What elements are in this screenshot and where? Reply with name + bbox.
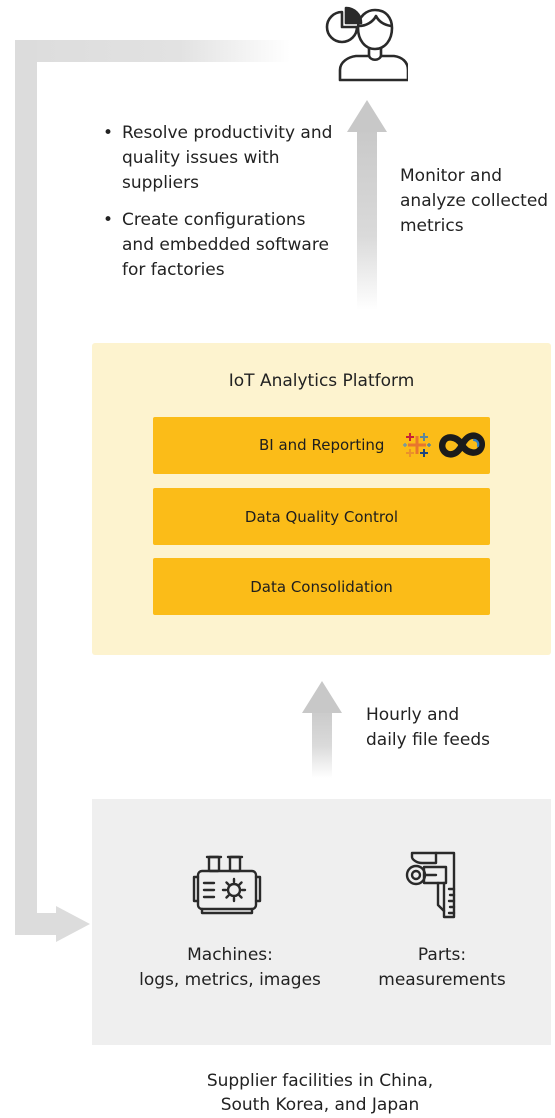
feedback-loop-arrow-top xyxy=(15,40,290,62)
analyst-person-icon xyxy=(325,6,408,82)
feeds-arrow-shaft xyxy=(312,706,332,778)
feedback-loop-arrowhead xyxy=(56,906,90,942)
feedback-loop-arrow-vertical xyxy=(15,40,37,935)
task-item: Create configurations and embedded softw… xyxy=(103,208,338,283)
infinity-icon xyxy=(439,432,485,458)
layer-label: BI and Reporting xyxy=(259,436,385,454)
feeds-note: Hourly and daily file feeds xyxy=(366,705,490,750)
parts-caption: Parts: measurements xyxy=(378,945,506,990)
platform-title: IoT Analytics Platform xyxy=(228,371,415,391)
caliper-icon xyxy=(405,851,456,919)
layer-data-consolidation: Data Consolidation xyxy=(153,558,490,615)
feedback-loop-arrow-bottom xyxy=(15,913,60,935)
machines-caption: Machines: logs, metrics, images xyxy=(139,945,321,990)
feeds-arrowhead xyxy=(302,681,342,713)
layer-label: Data Consolidation xyxy=(250,577,393,596)
tableau-icon xyxy=(403,433,431,457)
layer-bi-reporting: BI and Reporting xyxy=(153,417,490,474)
monitor-arrow-shaft xyxy=(357,125,377,310)
monitor-note: Monitor and analyze collected metrics xyxy=(400,166,549,236)
supplier-facilities-box: Machines: logs, metrics, images Parts: m… xyxy=(92,799,551,1045)
iot-analytics-platform: IoT Analytics Platform BI and Reporting … xyxy=(92,343,551,655)
task-item: Resolve productivity and quality issues … xyxy=(103,121,338,196)
supplier-facilities-caption: Supplier facilities in China, South Kore… xyxy=(206,1071,434,1115)
analyst-task-list: Resolve productivity and quality issues … xyxy=(103,121,338,295)
monitor-arrowhead xyxy=(347,100,387,132)
machine-icon xyxy=(192,855,262,915)
layer-label: Data Quality Control xyxy=(244,507,399,526)
layer-data-quality-control: Data Quality Control xyxy=(153,488,490,545)
